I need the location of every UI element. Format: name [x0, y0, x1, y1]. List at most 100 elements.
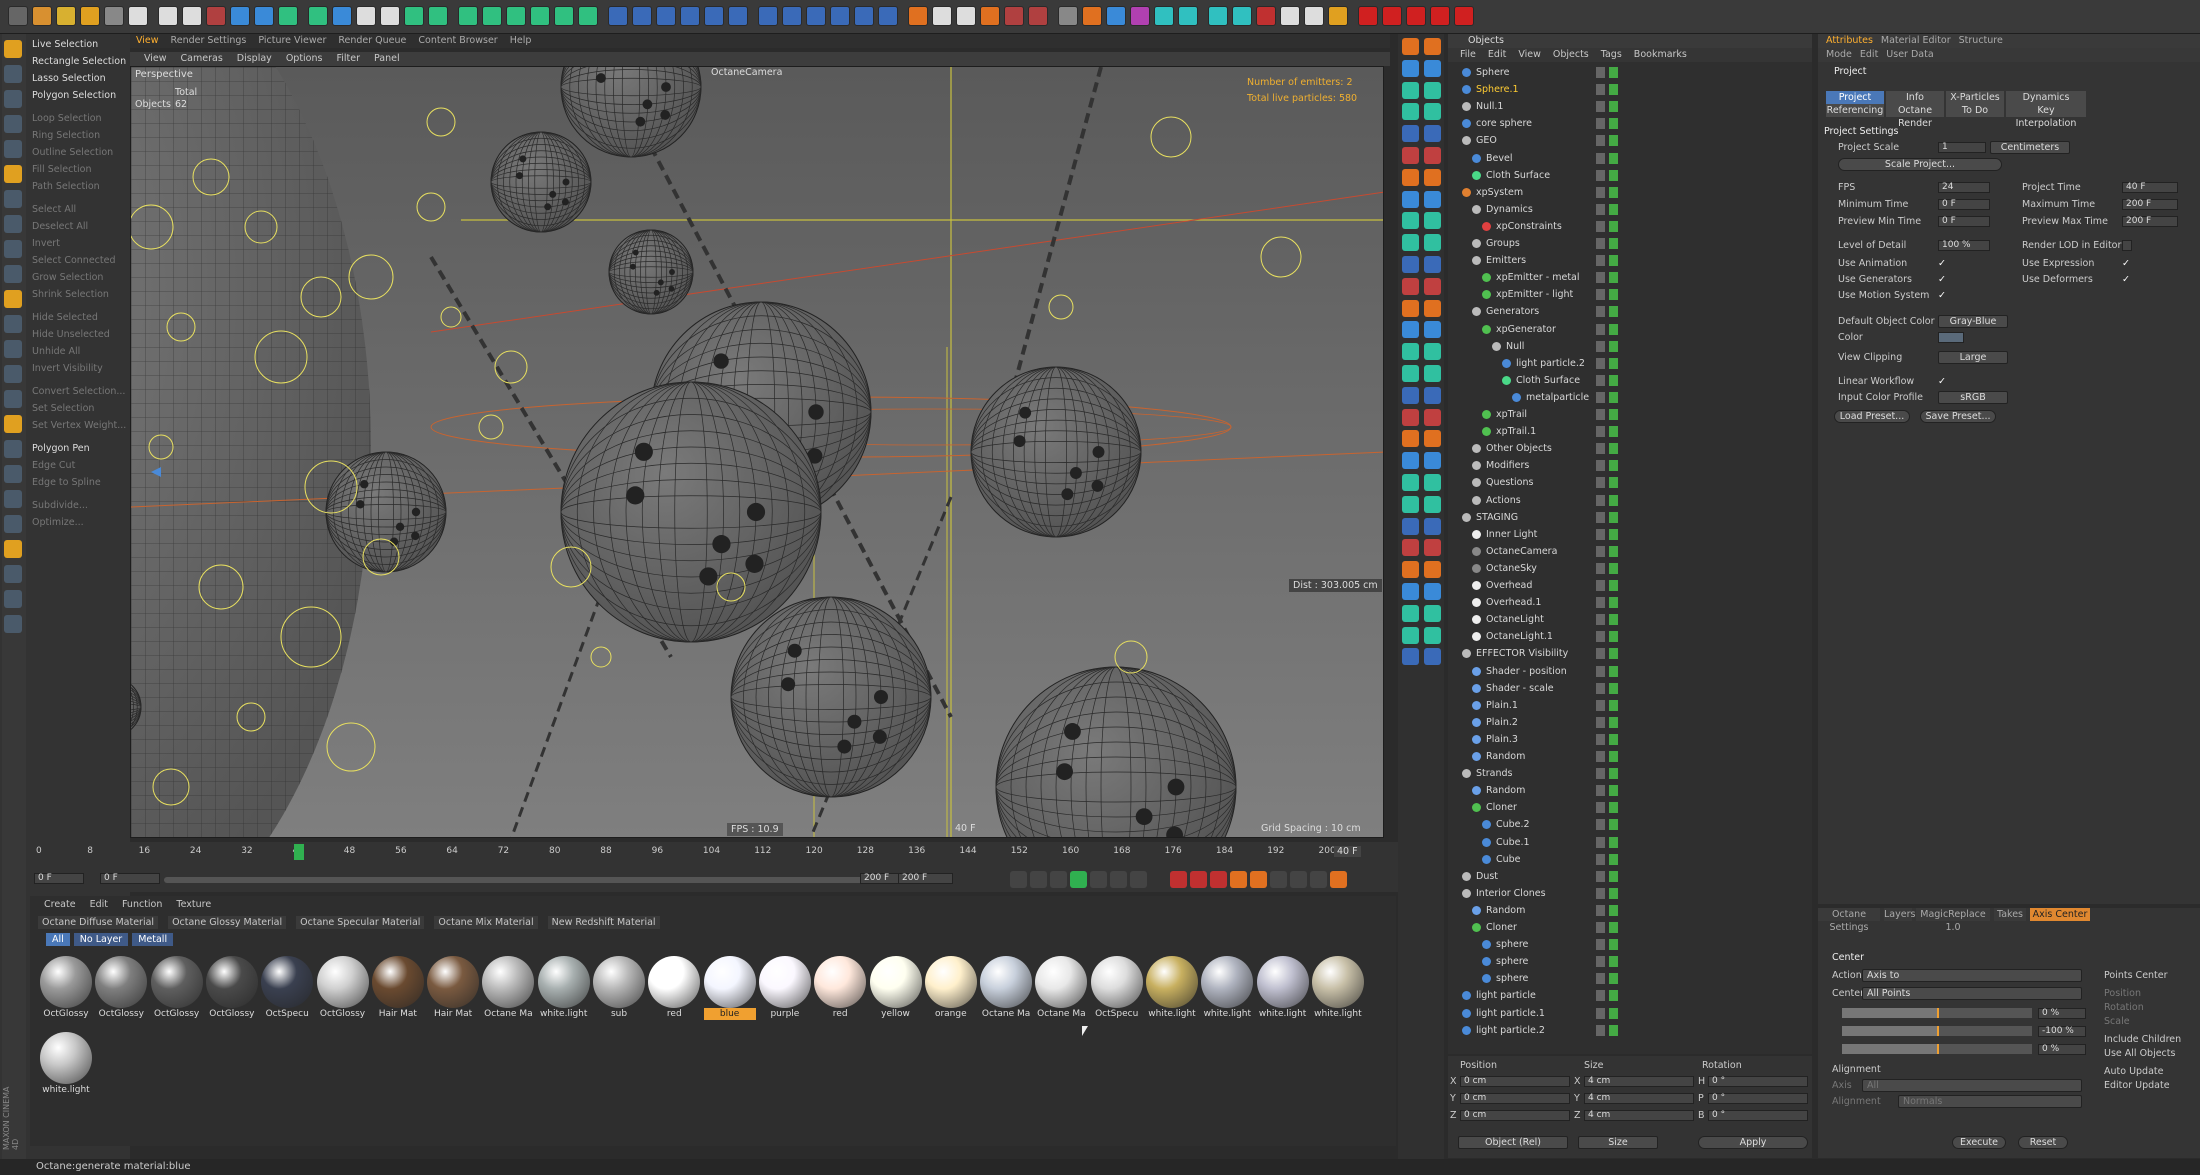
- visibility-toggle-icon[interactable]: [1596, 118, 1618, 130]
- axis-option-checkbox[interactable]: Use All Objects: [2104, 1048, 2175, 1059]
- mode-tool-icon[interactable]: [4, 515, 22, 533]
- size-field[interactable]: 4 cm: [1584, 1076, 1694, 1087]
- setting-field[interactable]: 100 %: [1938, 240, 1990, 251]
- plugin-icon[interactable]: [1402, 604, 1419, 622]
- plugin-icon[interactable]: [1424, 408, 1441, 426]
- top-tab[interactable]: Render Queue: [338, 35, 406, 46]
- selection-menu-item[interactable]: Hide Selected: [28, 309, 128, 326]
- option-checkbox[interactable]: ✓: [1938, 258, 1946, 269]
- axis-option-checkbox[interactable]: Auto Update: [2104, 1066, 2163, 1077]
- toolbar-tool-icon[interactable]: [1208, 6, 1228, 26]
- plugin-icon[interactable]: [1402, 430, 1419, 448]
- project-subtab[interactable]: X-Particles: [1946, 91, 2004, 104]
- visibility-toggle-icon[interactable]: [1596, 802, 1618, 814]
- toolbar-tool-icon[interactable]: [1178, 6, 1198, 26]
- apply-button[interactable]: Apply: [1698, 1136, 1808, 1149]
- material-menu-item[interactable]: Create: [44, 899, 76, 910]
- axis-option-checkbox[interactable]: Rotation: [2104, 1002, 2144, 1013]
- axis-value-field[interactable]: 0 %: [2038, 1008, 2086, 1019]
- visibility-toggle-icon[interactable]: [1596, 203, 1618, 215]
- object-row[interactable]: Overhead.1: [1448, 594, 1812, 611]
- transport-button-icon[interactable]: [1290, 871, 1307, 888]
- color-swatch[interactable]: [1938, 332, 1964, 343]
- material-swatch[interactable]: yellow: [869, 956, 922, 1020]
- material-swatch[interactable]: purple: [758, 956, 811, 1020]
- mode-tool-icon[interactable]: [4, 465, 22, 483]
- visibility-toggle-icon[interactable]: [1596, 323, 1618, 335]
- selection-menu-item[interactable]: Optimize...: [28, 514, 128, 531]
- material-menu-item[interactable]: Function: [122, 899, 162, 910]
- toolbar-tool-icon[interactable]: [1358, 6, 1378, 26]
- plugin-icon[interactable]: [1424, 168, 1441, 186]
- selection-menu-item[interactable]: Set Selection: [28, 400, 128, 417]
- plugin-icon[interactable]: [1424, 147, 1441, 164]
- material-type-tab[interactable]: Octane Diffuse Material: [38, 916, 159, 929]
- object-row[interactable]: light particle.1: [1448, 1005, 1812, 1022]
- toolbar-tool-icon[interactable]: [56, 6, 76, 26]
- size-mode-dropdown[interactable]: Size: [1578, 1136, 1658, 1149]
- selection-menu-item[interactable]: Polygon Pen: [28, 440, 128, 457]
- object-row[interactable]: Cube.1: [1448, 834, 1812, 851]
- material-swatch[interactable]: OctSpecu: [261, 956, 314, 1020]
- plugin-icon[interactable]: [1402, 561, 1419, 579]
- toolbar-tool-icon[interactable]: [608, 6, 628, 26]
- reset-button[interactable]: Reset: [2018, 1136, 2068, 1149]
- material-type-tab[interactable]: Octane Specular Material: [296, 916, 425, 929]
- option-checkbox[interactable]: ✓: [1938, 290, 1946, 301]
- selection-menu-item[interactable]: Shrink Selection: [28, 286, 128, 303]
- range-slider[interactable]: [164, 877, 904, 883]
- project-subtab[interactable]: Octane Render: [1886, 104, 1944, 129]
- material-swatch[interactable]: OctGlossy: [205, 956, 258, 1020]
- object-row[interactable]: Interior Clones: [1448, 885, 1812, 902]
- toolbar-tool-icon[interactable]: [530, 6, 550, 26]
- object-row[interactable]: light particle.2: [1448, 1022, 1812, 1039]
- toolbar-tool-icon[interactable]: [1106, 6, 1126, 26]
- visibility-toggle-icon[interactable]: [1596, 357, 1618, 369]
- toolbar-tool-icon[interactable]: [908, 6, 928, 26]
- material-swatch[interactable]: OctGlossy: [316, 956, 369, 1020]
- layer-tab[interactable]: All: [46, 933, 70, 946]
- toolbar-tool-icon[interactable]: [578, 6, 598, 26]
- toolbar-tool-icon[interactable]: [128, 6, 148, 26]
- material-swatch[interactable]: OctGlossy: [150, 956, 203, 1020]
- object-row[interactable]: Random: [1448, 902, 1812, 919]
- visibility-toggle-icon[interactable]: [1596, 939, 1618, 951]
- selection-menu-item[interactable]: Grow Selection: [28, 269, 128, 286]
- alignment-checkbox[interactable]: Alignment: [1832, 1064, 1881, 1075]
- toolbar-tool-icon[interactable]: [704, 6, 724, 26]
- plugin-icon[interactable]: [1402, 474, 1419, 491]
- save-preset-button[interactable]: Save Preset...: [1920, 410, 1996, 423]
- object-row[interactable]: xpGenerator: [1448, 321, 1812, 338]
- toolbar-tool-icon[interactable]: [1328, 6, 1348, 26]
- option-checkbox[interactable]: ✓: [2122, 274, 2130, 285]
- selection-menu-item[interactable]: Invert: [28, 235, 128, 252]
- visibility-toggle-icon[interactable]: [1596, 733, 1618, 745]
- position-field[interactable]: 0 cm: [1460, 1093, 1570, 1104]
- object-row[interactable]: EFFECTOR Visibility: [1448, 645, 1812, 662]
- plugin-icon[interactable]: [1402, 343, 1419, 361]
- toolbar-tool-icon[interactable]: [1058, 6, 1078, 26]
- plugin-icon[interactable]: [1402, 648, 1419, 666]
- plugin-icon[interactable]: [1402, 277, 1419, 295]
- transport-button-icon[interactable]: [1030, 871, 1047, 888]
- object-row[interactable]: Cloth Surface: [1448, 372, 1812, 389]
- selection-menu-item[interactable]: Outline Selection: [28, 144, 128, 161]
- material-swatch[interactable]: Octane Ma: [980, 956, 1033, 1020]
- setting-field[interactable]: 24: [1938, 182, 1990, 193]
- toolbar-tool-icon[interactable]: [206, 6, 226, 26]
- visibility-toggle-icon[interactable]: [1596, 528, 1618, 540]
- visibility-toggle-icon[interactable]: [1596, 391, 1618, 403]
- attribute-tab[interactable]: Attributes: [1826, 35, 1873, 46]
- toolbar-tool-icon[interactable]: [428, 6, 448, 26]
- object-color-dropdown[interactable]: Gray-Blue: [1938, 315, 2008, 328]
- size-field[interactable]: 4 cm: [1584, 1110, 1694, 1121]
- transport-button-icon[interactable]: [1270, 871, 1287, 888]
- viewport-menu-item[interactable]: Filter: [336, 53, 360, 64]
- object-row[interactable]: Cloner: [1448, 919, 1812, 936]
- size-field[interactable]: 4 cm: [1584, 1093, 1694, 1104]
- transport-button-icon[interactable]: [1130, 871, 1147, 888]
- object-row[interactable]: Overhead: [1448, 577, 1812, 594]
- toolbar-tool-icon[interactable]: [308, 6, 328, 26]
- toolbar-tool-icon[interactable]: [554, 6, 574, 26]
- toolbar-tool-icon[interactable]: [1304, 6, 1324, 26]
